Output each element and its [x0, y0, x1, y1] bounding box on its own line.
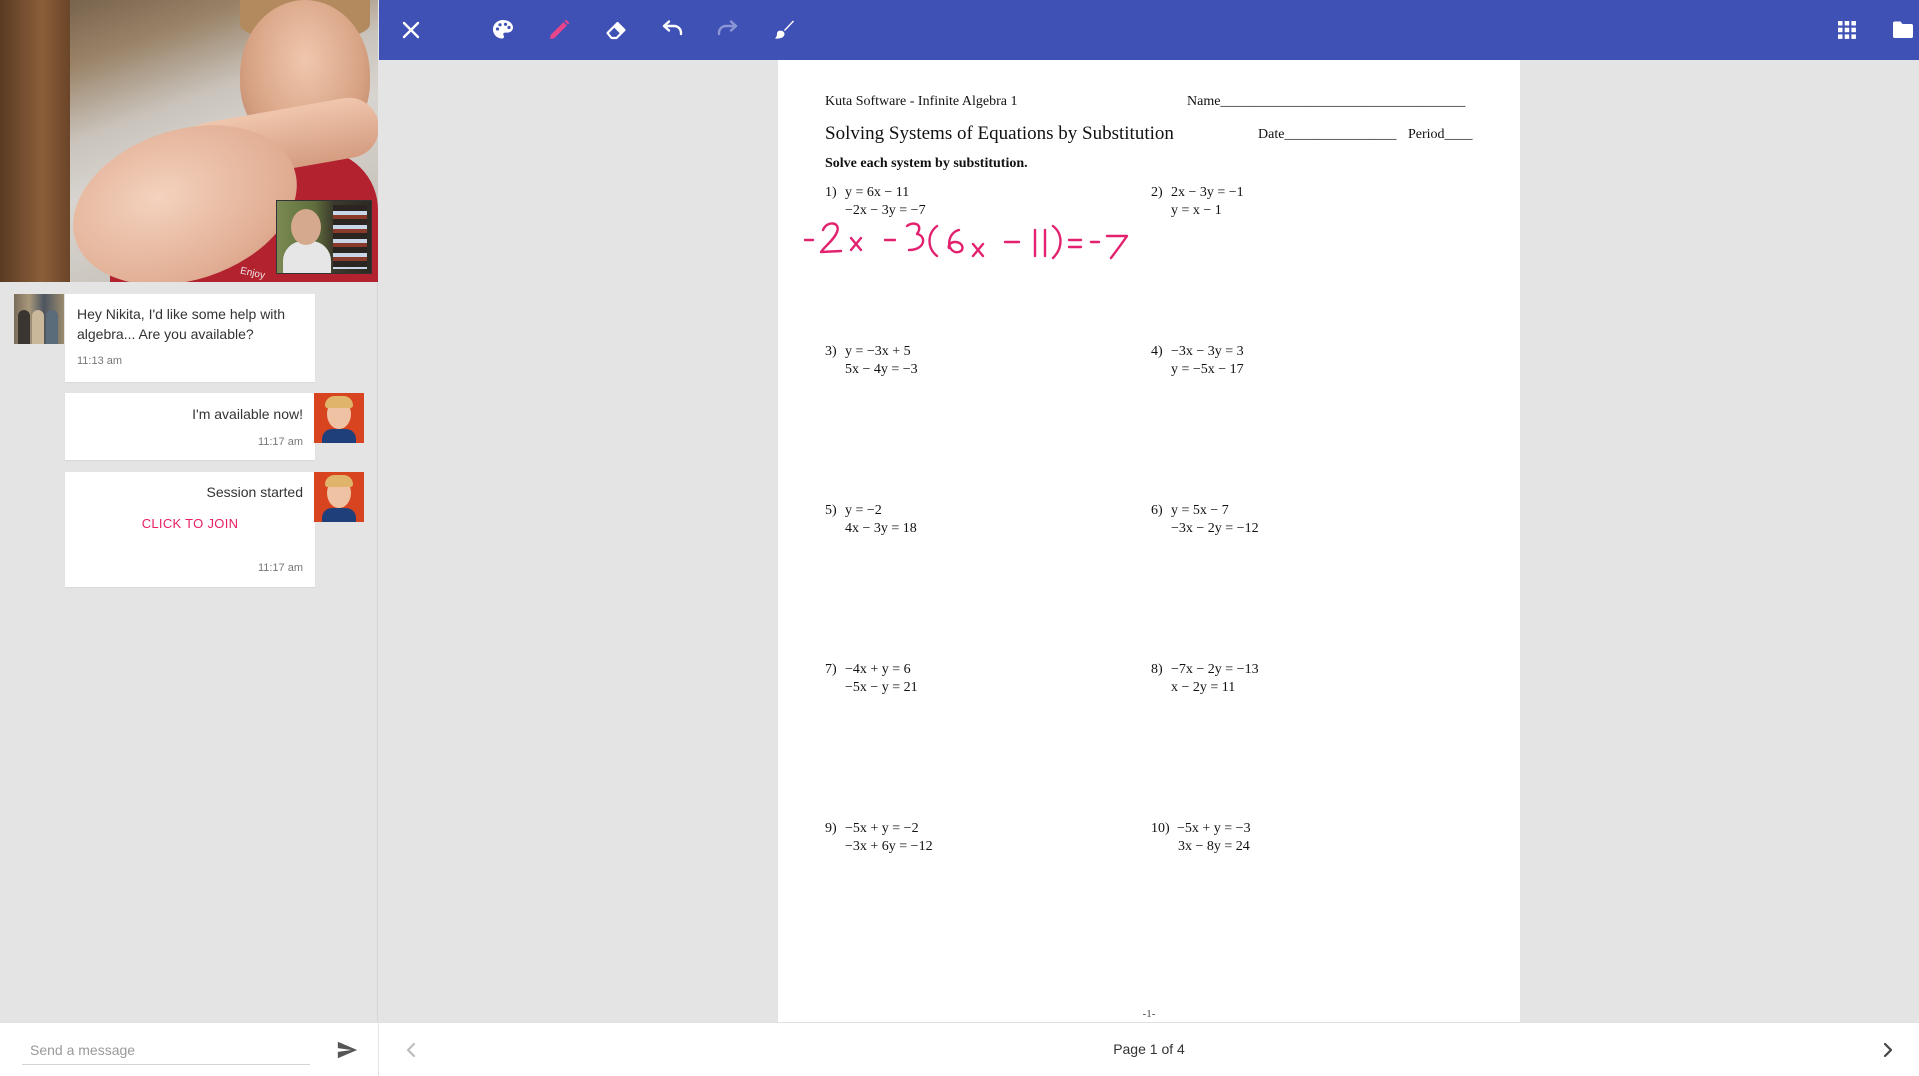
page-indicator: Page 1 of 4 [1113, 1041, 1185, 1057]
whiteboard-toolbar [379, 0, 1919, 60]
problem-number: 10) [1151, 821, 1170, 836]
send-icon[interactable] [334, 1039, 360, 1061]
whiteboard-canvas[interactable]: Kuta Software - Infinite Algebra 1 Name_… [379, 60, 1919, 1022]
equation: −5x + y = −3 [1177, 821, 1251, 836]
problem-number: 9) [825, 821, 837, 836]
problem-7: 7) −4x + y = 6 −5x − y = 21 [825, 661, 918, 697]
eraser-icon[interactable] [600, 14, 632, 46]
equation: −3x − 2y = −12 [1171, 521, 1259, 536]
chat-message-time: 11:17 am [257, 562, 303, 574]
chat-message-text: I'm available now! [192, 406, 303, 422]
problem-number: 8) [1151, 662, 1163, 677]
equation: 3x − 8y = 24 [1178, 839, 1250, 854]
student-avatar[interactable] [14, 294, 64, 344]
chat-bubble-tutor: I'm available now! 11:17 am [65, 393, 315, 460]
tutor-avatar[interactable] [314, 393, 364, 443]
equation: y = 5x − 7 [1171, 503, 1229, 518]
worksheet-title: Solving Systems of Equations by Substitu… [825, 123, 1174, 144]
message-composer [0, 1022, 378, 1076]
equation: x − 2y = 11 [1171, 680, 1236, 695]
equation: y = −3x + 5 [845, 344, 911, 359]
worksheet-name-field: Name___________________________________ [1187, 94, 1466, 109]
equation: −7x − 2y = −13 [1171, 662, 1259, 677]
problem-number: 7) [825, 662, 837, 677]
chat-bubble-student: Hey Nikita, I'd like some help with alge… [65, 294, 315, 382]
equation: −3x − 3y = 3 [1171, 344, 1244, 359]
equation: y = 6x − 11 [845, 185, 910, 200]
problem-4: 4) −3x − 3y = 3 y = −5x − 17 [1151, 343, 1244, 379]
pip-bookshelf [333, 205, 367, 269]
redo-icon[interactable] [712, 14, 744, 46]
video-feed-tutor-pip[interactable] [276, 200, 372, 274]
clear-brush-icon[interactable] [768, 14, 800, 46]
folder-icon[interactable] [1887, 14, 1919, 46]
problem-number: 3) [825, 344, 837, 359]
tutor-avatar[interactable] [314, 472, 364, 522]
equation: 4x − 3y = 18 [845, 521, 917, 536]
problem-3: 3) y = −3x + 5 5x − 4y = −3 [825, 343, 918, 379]
chat-message-time: 11:13 am [77, 355, 123, 367]
chat-panel: Enjoy Hey Nikita, I'd like some help wit… [0, 0, 378, 1076]
problem-number: 2) [1151, 185, 1163, 200]
pip-person-body [283, 241, 331, 273]
equation: y = −2 [845, 503, 882, 518]
chevron-right-icon[interactable] [1876, 1038, 1900, 1062]
chat-bubble-session: Session started CLICK TO JOIN 11:17 am [65, 472, 315, 587]
problem-number: 4) [1151, 344, 1163, 359]
problem-number: 6) [1151, 503, 1163, 518]
page-number-mark: -1- [1142, 1008, 1156, 1020]
problem-10: 10) −5x + y = −3 3x − 8y = 24 [1151, 820, 1251, 856]
video-background-door [0, 0, 70, 282]
equation: 2x − 3y = −1 [1171, 185, 1244, 200]
equation: −5x + y = −2 [845, 821, 919, 836]
undo-icon[interactable] [656, 14, 688, 46]
video-feed-student: Enjoy [0, 0, 378, 282]
worksheet-date-field: Date________________ [1258, 127, 1397, 142]
equation: −5x − y = 21 [845, 680, 918, 695]
equation: 5x − 4y = −3 [845, 362, 918, 377]
problem-9: 9) −5x + y = −2 −3x + 6y = −12 [825, 820, 933, 856]
equation: y = x − 1 [1171, 203, 1222, 218]
handwritten-annotation[interactable] [803, 210, 1133, 290]
problem-5: 5) y = −2 4x − 3y = 18 [825, 502, 917, 538]
chat-messages: Hey Nikita, I'd like some help with alge… [0, 282, 378, 1022]
worksheet-page[interactable]: Kuta Software - Infinite Algebra 1 Name_… [778, 60, 1520, 1022]
problem-6: 6) y = 5x − 7 −3x − 2y = −12 [1151, 502, 1259, 538]
pip-person-face [291, 209, 321, 245]
message-input[interactable] [22, 1035, 310, 1065]
chat-message-text: Hey Nikita, I'd like some help with alge… [77, 306, 286, 342]
problem-8: 8) −7x − 2y = −13 x − 2y = 11 [1151, 661, 1259, 697]
problem-number: 5) [825, 503, 837, 518]
problem-2: 2) 2x − 3y = −1 y = x − 1 [1151, 184, 1244, 220]
equation: −4x + y = 6 [845, 662, 911, 677]
palette-icon[interactable] [487, 14, 519, 46]
pencil-icon[interactable] [543, 14, 575, 46]
click-to-join-link[interactable]: CLICK TO JOIN [65, 516, 315, 531]
equation: −3x + 6y = −12 [845, 839, 933, 854]
worksheet-instructions: Solve each system by substitution. [825, 156, 1028, 171]
problem-number: 1) [825, 185, 837, 200]
page-navigation: Page 1 of 4 [379, 1022, 1919, 1076]
close-icon[interactable] [395, 14, 427, 46]
equation: y = −5x − 17 [1171, 362, 1244, 377]
worksheet-period-field: Period____ [1408, 127, 1473, 142]
worksheet-publisher: Kuta Software - Infinite Algebra 1 [825, 94, 1018, 109]
grid-apps-icon[interactable] [1831, 14, 1863, 46]
chat-message-time: 11:17 am [257, 436, 303, 448]
session-started-text: Session started [206, 484, 304, 500]
